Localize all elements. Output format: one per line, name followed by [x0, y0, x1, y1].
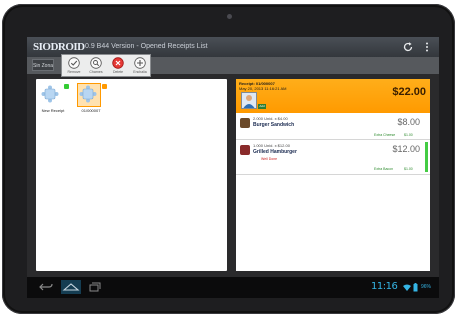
wifi-icon — [403, 284, 411, 291]
remove-label: Remove — [67, 70, 81, 74]
table-icon — [79, 85, 97, 103]
battery-icon — [413, 283, 418, 292]
burger-thumbnail — [240, 118, 250, 128]
table-label: 01/000007 — [81, 108, 101, 113]
clock: 11:16 — [371, 281, 398, 292]
delete-icon — [112, 57, 124, 69]
battery-percent: 96% — [421, 284, 432, 290]
tables-panel: New Receipt 01/000007 — [36, 79, 227, 271]
check-icon — [68, 57, 80, 69]
tablet-frame: SIODROID 0.9 B44 Version - Opened Receip… — [2, 4, 455, 314]
item-modifier: Extra Cheese — [374, 133, 396, 137]
item-price: $8.00 — [397, 117, 420, 127]
app-title: 0.9 B44 Version - Opened Receipts List — [85, 43, 208, 50]
charnes-label: Charnes — [89, 70, 103, 74]
camera-lens — [227, 14, 232, 19]
app-logo: SIODROID — [33, 41, 85, 53]
item-name: Burger Sandwich — [253, 122, 295, 128]
table-01-000007[interactable]: 01/000007 — [77, 83, 107, 114]
receipt-panel: Receipt: 01/000007 May 20, 2013 11:16:21… — [236, 79, 430, 271]
receipt-total: $22.00 — [392, 86, 426, 98]
refresh-icon[interactable] — [402, 41, 414, 53]
item-quantity: 1.000 Unid. x $12.00 — [253, 143, 290, 148]
zone-tab[interactable]: Sin Zona — [32, 59, 54, 71]
overflow-menu-icon[interactable] — [424, 41, 430, 53]
back-icon[interactable] — [39, 282, 53, 292]
avatar — [241, 92, 257, 109]
add-badge: Add — [258, 104, 266, 109]
enchalia-label: Enchalia — [133, 70, 147, 74]
receipt-date: May 20, 2013 11:16:21 AM — [239, 86, 287, 91]
item-modifier-price: $1.00 — [404, 167, 413, 171]
list-item[interactable]: 2.000 Unid. x $4.00 Burger Sandwich $8.0… — [236, 113, 430, 140]
table-new-receipt[interactable]: New Receipt — [40, 84, 69, 114]
item-note: Well Done — [261, 157, 278, 161]
person-icon — [243, 95, 255, 108]
system-nav-bar: 11:16 96% — [27, 277, 439, 298]
recent-apps-icon[interactable] — [89, 282, 101, 292]
item-quantity: 2.000 Unid. x $4.00 — [253, 116, 288, 121]
add-icon — [134, 57, 146, 69]
search-icon — [90, 57, 102, 69]
enchalia-button[interactable]: Enchalia — [130, 56, 150, 76]
item-modifier-price: $1.00 — [404, 133, 413, 137]
item-name: Grilled Hamburger — [253, 149, 297, 155]
status-badge — [102, 84, 107, 89]
list-item[interactable]: 1.000 Unid. x $12.00 Grilled Hamburger $… — [236, 140, 430, 175]
table-icon — [41, 85, 59, 103]
home-icon[interactable] — [61, 280, 81, 294]
item-price: $12.00 — [392, 144, 420, 154]
hamburger-thumbnail — [240, 145, 250, 155]
status-badge — [64, 84, 69, 89]
receipt-header[interactable]: Receipt: 01/000007 May 20, 2013 11:16:21… — [236, 79, 430, 113]
charnes-button[interactable]: Charnes — [86, 56, 106, 76]
app-screen: SIODROID 0.9 B44 Version - Opened Receip… — [27, 37, 439, 298]
item-modifier: Extra Bacon — [374, 167, 394, 171]
delete-button[interactable]: Delete — [108, 56, 128, 76]
table-label: New Receipt — [41, 108, 65, 113]
action-toolbar: Remove Charnes Delete Enchalia — [61, 54, 151, 77]
delete-label: Delete — [112, 70, 124, 74]
remove-button[interactable]: Remove — [64, 56, 84, 76]
selection-indicator — [425, 142, 428, 172]
